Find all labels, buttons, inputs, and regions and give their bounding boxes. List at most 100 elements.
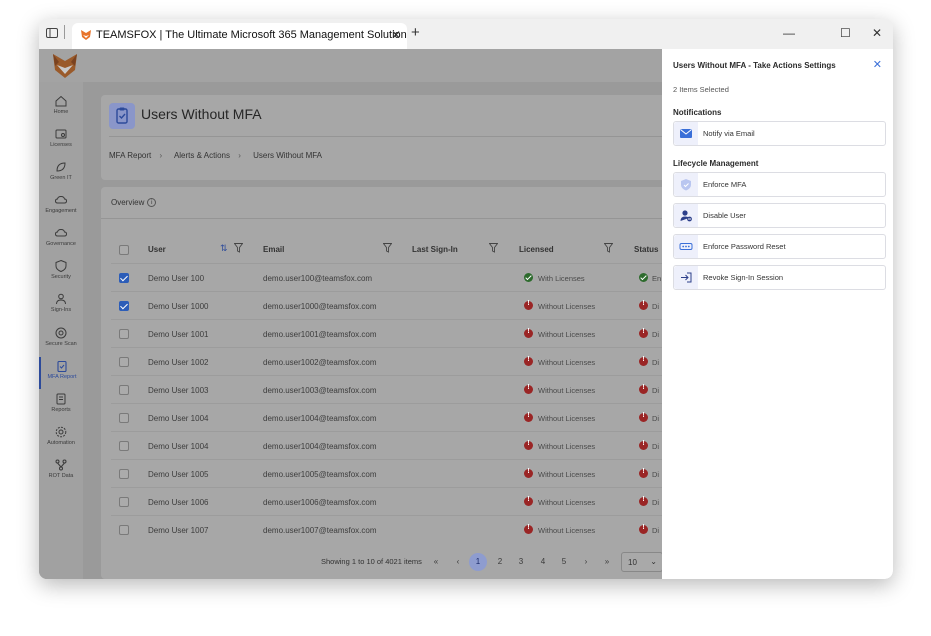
sidebar-item-mfa-report[interactable]: MFA Report [39,357,83,389]
alert-circle-icon [639,496,648,506]
page-button-3[interactable]: 3 [512,553,530,571]
sidebar-item-reports[interactable]: Reports [39,390,83,422]
column-user[interactable]: User [148,245,166,254]
prev-page-button[interactable]: ‹ [449,553,467,571]
account-status: Di [652,302,660,311]
table-row[interactable]: Demo User 1002 demo.user1002@teamsfox.com… [111,347,701,375]
info-icon[interactable]: i [147,198,157,208]
row-checkbox[interactable] [119,385,129,395]
cloud-icon [39,193,83,207]
sidebar-toggle-icon[interactable] [46,27,58,41]
panel-close-button[interactable]: ✕ [873,58,882,71]
license-icon [39,127,83,141]
revoke-sign-in-button[interactable]: Revoke Sign-In Session [673,265,886,290]
select-all-checkbox[interactable] [119,245,129,255]
browser-tab[interactable]: TEAMSFOX | The Ultimate Microsoft 365 Ma… [72,23,407,49]
column-licensed[interactable]: Licensed [519,245,554,254]
license-status: Without Licenses [538,414,596,423]
sidebar-item-label: Licenses [50,142,72,148]
column-last-sign-in[interactable]: Last Sign-In [412,245,458,254]
row-checkbox[interactable] [119,469,129,479]
sidebar-item-home[interactable]: Home [39,92,83,124]
user-name: Demo User 1000 [148,302,209,311]
row-checkbox[interactable] [119,273,129,283]
user-name: Demo User 1003 [148,386,209,395]
sidebar-item-label: Security [51,274,71,280]
last-page-button[interactable]: » [598,553,616,571]
table-row[interactable]: Demo User 1001 demo.user1001@teamsfox.com… [111,319,701,347]
row-checkbox[interactable] [119,329,129,339]
tab-close-icon[interactable]: ✕ [391,28,401,42]
sort-icon[interactable]: ⇅ [220,243,228,254]
table-row[interactable]: Demo User 1004 demo.user1004@teamsfox.com… [111,431,701,459]
enforce-password-reset-button[interactable]: Enforce Password Reset [673,234,886,259]
alert-circle-icon [524,300,533,310]
column-email[interactable]: Email [263,245,284,254]
sidebar-item-automation[interactable]: Automation [39,423,83,455]
page-header: Users Without MFA MFA Report › Alerts & … [101,95,701,180]
alert-circle-icon [639,300,648,310]
license-status: Without Licenses [538,302,596,311]
teamsfox-logo-icon[interactable] [51,52,79,80]
notify-email-button[interactable]: Notify via Email [673,121,886,146]
table-row[interactable]: Demo User 1007 demo.user1007@teamsfox.com… [111,515,701,543]
overview-label[interactable]: Overview i [111,198,157,208]
sidebar-item-governance[interactable]: Governance [39,224,83,256]
table-row[interactable]: Demo User 1003 demo.user1003@teamsfox.com… [111,375,701,403]
page-button-4[interactable]: 4 [534,553,552,571]
window-close-button[interactable]: ✕ [872,26,882,40]
filter-icon[interactable] [234,243,243,253]
user-name: Demo User 1002 [148,358,209,367]
sidebar-item-engagement[interactable]: Engagement [39,191,83,223]
breadcrumb-alerts-actions[interactable]: Alerts & Actions [174,151,230,160]
breadcrumb-mfa-report[interactable]: MFA Report [109,151,151,160]
disable-user-label: Disable User [703,211,746,220]
enforce-mfa-button[interactable]: Enforce MFA [673,172,886,197]
license-status: Without Licenses [538,386,596,395]
next-page-button[interactable]: › [577,553,595,571]
shield-icon [674,173,698,196]
account-status: Di [652,358,660,367]
row-checkbox[interactable] [119,525,129,535]
sidebar-item-green-it[interactable]: Green IT [39,158,83,190]
filter-icon[interactable] [489,243,498,253]
row-checkbox[interactable] [119,497,129,507]
pagination: Showing 1 to 10 of 4021 items « ‹ 1 2 3 … [321,552,701,572]
page-button-5[interactable]: 5 [555,553,573,571]
sidebar-item-secure-scan[interactable]: Secure Scan [39,324,83,356]
page-button-1[interactable]: 1 [469,553,487,571]
license-status: Without Licenses [538,442,596,451]
table-row[interactable]: Demo User 1006 demo.user1006@teamsfox.com… [111,487,701,515]
sidebar-item-security[interactable]: Security [39,257,83,289]
titlebar-divider [64,25,65,39]
enforce-mfa-label: Enforce MFA [703,180,747,189]
app-area: Home Licenses Green IT Engagement Governance… [39,49,893,579]
user-email: demo.user1002@teamsfox.com [263,358,377,367]
row-checkbox[interactable] [119,357,129,367]
disable-user-button[interactable]: Disable User [673,203,886,228]
minimize-button[interactable]: — [783,26,795,40]
tab-title: TEAMSFOX | The Ultimate Microsoft 365 Ma… [96,29,407,41]
row-checkbox[interactable] [119,301,129,311]
account-status: Di [652,330,660,339]
table-row[interactable]: Demo User 1000 demo.user1000@teamsfox.com… [111,291,701,319]
new-tab-button[interactable]: + [411,24,420,41]
teamsfox-favicon-icon [81,30,91,40]
sidebar-item-sign-ins[interactable]: Sign-Ins [39,290,83,322]
sidebar-item-licenses[interactable]: Licenses [39,125,83,157]
sidebar-item-rot-data[interactable]: ROT Data [39,456,83,488]
table-row[interactable]: Demo User 100 demo.user100@teamsfox.com Wi… [111,263,701,291]
filter-icon[interactable] [383,243,392,253]
filter-icon[interactable] [604,243,613,253]
breadcrumb-separator: › [238,151,241,160]
table-row[interactable]: Demo User 1005 demo.user1005@teamsfox.com… [111,459,701,487]
user-email: demo.user100@teamsfox.com [263,274,373,283]
column-status[interactable]: Status [634,245,658,254]
table-row[interactable]: Demo User 1004 demo.user1004@teamsfox.com… [111,403,701,431]
maximize-button[interactable]: ☐ [840,26,851,40]
row-checkbox[interactable] [119,413,129,423]
page-size-select[interactable]: 10 ⌄ [621,552,663,572]
page-button-2[interactable]: 2 [491,553,509,571]
first-page-button[interactable]: « [427,553,445,571]
row-checkbox[interactable] [119,441,129,451]
